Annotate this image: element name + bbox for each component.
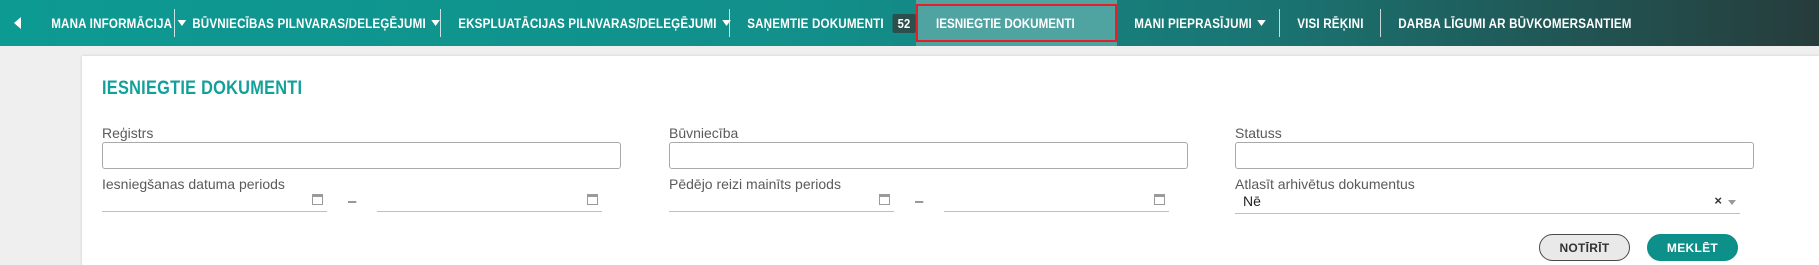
nav-mani-pieprasijumi[interactable]: MANI PIEPRASĪJUMI	[1117, 0, 1266, 46]
nav-label: MANA INFORMĀCIJA	[51, 15, 173, 31]
registrs-field[interactable]	[102, 142, 621, 169]
calendar-icon[interactable]	[879, 194, 890, 205]
changed-from-date[interactable]	[669, 192, 894, 212]
registrs-label: Reģistrs	[102, 125, 154, 141]
buvnieciba-field[interactable]	[669, 142, 1188, 169]
chevron-left-icon[interactable]	[0, 0, 34, 46]
nav-sanemtie-dokumenti[interactable]: SAŅEMTIE DOKUMENTI 52	[730, 0, 916, 46]
clear-button-label: NOTĪRĪT	[1559, 240, 1610, 255]
chevron-down-icon[interactable]	[1728, 200, 1736, 205]
changed-period-label: Pēdējo reizi mainīts periods	[669, 176, 841, 192]
archived-label: Atlasīt arhivētus dokumentus	[1235, 176, 1415, 192]
nav-label: MANI PIEPRASĪJUMI	[1134, 15, 1253, 31]
clear-button[interactable]: NOTĪRĪT	[1539, 234, 1630, 261]
calendar-icon[interactable]	[587, 194, 598, 205]
submission-to-date[interactable]	[377, 192, 602, 212]
nav-label: VISI RĒĶINI	[1297, 15, 1364, 31]
nav-active-tab-wrap: IESNIEGTIE DOKUMENTI	[916, 0, 1118, 46]
filter-panel: IESNIEGTIE DOKUMENTI Reģistrs Būvniecība…	[82, 56, 1819, 265]
submission-from-date[interactable]	[102, 192, 327, 212]
search-button[interactable]: MEKLĒT	[1647, 234, 1738, 261]
range-separator: –	[915, 193, 924, 210]
caret-down-icon	[1257, 20, 1266, 26]
changed-to-date[interactable]	[944, 192, 1169, 212]
search-button-label: MEKLĒT	[1666, 240, 1719, 255]
range-separator: –	[348, 193, 357, 210]
nav-label: DARBA LĪGUMI AR BŪVKOMERSANTIEM	[1398, 15, 1632, 31]
statuss-label: Statuss	[1235, 125, 1282, 141]
nav-label: SAŅEMTIE DOKUMENTI	[747, 15, 884, 31]
top-navigation: MANA INFORMĀCIJA BŪVNIECĪBAS PILNVARAS/D…	[0, 0, 1819, 46]
statuss-field[interactable]	[1235, 142, 1754, 169]
caret-down-icon	[431, 20, 440, 26]
clear-icon[interactable]: ×	[1714, 192, 1722, 210]
nav-ekspluatacijas-pilnvaras[interactable]: EKSPLUATĀCIJAS PILNVARAS/DELEĢĒJUMI	[441, 0, 731, 46]
archived-value: Nē	[1243, 193, 1261, 209]
nav-label: EKSPLUATĀCIJAS PILNVARAS/DELEĢĒJUMI	[458, 15, 717, 31]
nav-label: BŪVNIECĪBAS PILNVARAS/DELEĢĒJUMI	[192, 15, 426, 31]
buvnieciba-label: Būvniecība	[669, 125, 739, 141]
nav-mana-informacija[interactable]: MANA INFORMĀCIJA	[34, 0, 186, 46]
submission-period-label: Iesniegšanas datuma periods	[102, 176, 285, 192]
archived-select[interactable]: Nē ×	[1235, 192, 1740, 214]
calendar-icon[interactable]	[312, 194, 323, 205]
nav-label: IESNIEGTIE DOKUMENTI	[936, 15, 1075, 31]
page-title: IESNIEGTIE DOKUMENTI	[102, 78, 303, 99]
calendar-icon[interactable]	[1154, 194, 1165, 205]
count-badge: 52	[892, 13, 916, 33]
nav-iesniegtie-dokumenti[interactable]: IESNIEGTIE DOKUMENTI	[916, 4, 1118, 42]
nav-buvniecibas-pilnvaras[interactable]: BŪVNIECĪBAS PILNVARAS/DELEĢĒJUMI	[175, 0, 440, 46]
nav-visi-rekini[interactable]: VISI RĒĶINI	[1280, 0, 1366, 46]
nav-darba-ligumi[interactable]: DARBA LĪGUMI AR BŪVKOMERSANTIEM	[1381, 0, 1631, 46]
